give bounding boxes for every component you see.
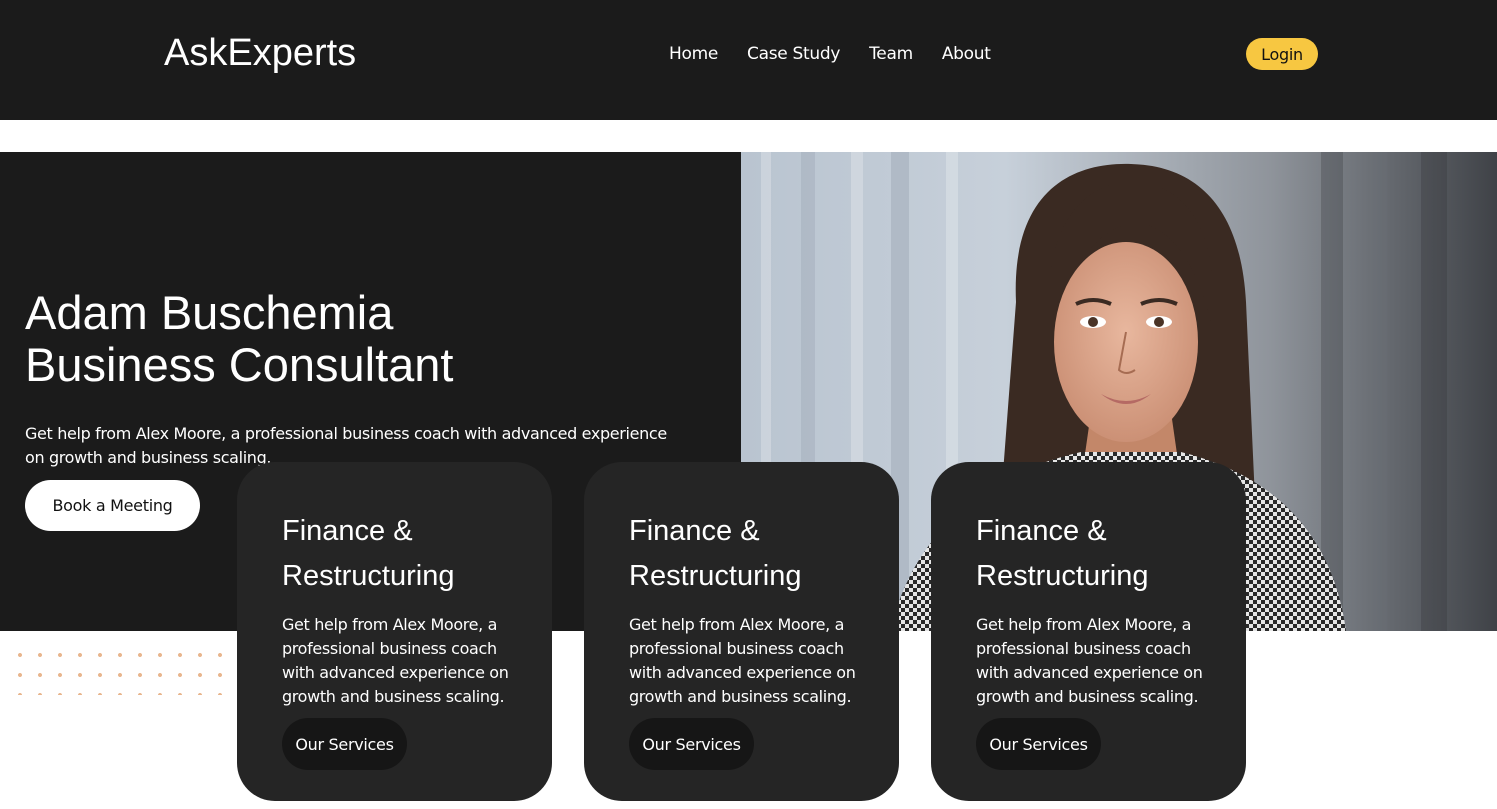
service-card: Finance & Restructuring Get help from Al… <box>931 462 1246 801</box>
brand-logo[interactable]: AskExperts <box>164 32 356 75</box>
service-card-title: Finance & Restructuring <box>282 515 455 592</box>
book-meeting-button[interactable]: Book a Meeting <box>25 480 200 531</box>
nav-team[interactable]: Team <box>869 44 913 64</box>
nav-about[interactable]: About <box>942 44 991 64</box>
service-card: Finance & Restructuring Get help from Al… <box>584 462 899 801</box>
nav-home[interactable]: Home <box>669 44 718 64</box>
our-services-button[interactable]: Our Services <box>629 718 754 770</box>
service-card-description: Get help from Alex Moore, a professional… <box>976 615 1203 706</box>
site-header: AskExperts Home Case Study Team About Lo… <box>0 0 1497 120</box>
hero-title: Adam Buschemia Business Consultant <box>25 287 453 391</box>
hero-title-name: Adam Buschemia <box>25 286 394 339</box>
hero-title-role: Business Consultant <box>25 338 454 391</box>
our-services-button[interactable]: Our Services <box>976 718 1101 770</box>
nav-case-study[interactable]: Case Study <box>747 44 840 64</box>
main-nav: Home Case Study Team About <box>669 44 991 64</box>
service-card-description: Get help from Alex Moore, a professional… <box>282 615 509 706</box>
service-card-description: Get help from Alex Moore, a professional… <box>629 615 856 706</box>
our-services-button[interactable]: Our Services <box>282 718 407 770</box>
service-card-title: Finance & Restructuring <box>629 515 802 592</box>
service-card-title: Finance & Restructuring <box>976 515 1149 592</box>
decorative-dots <box>10 645 240 695</box>
service-card: Finance & Restructuring Get help from Al… <box>237 462 552 801</box>
login-button[interactable]: Login <box>1246 38 1318 70</box>
